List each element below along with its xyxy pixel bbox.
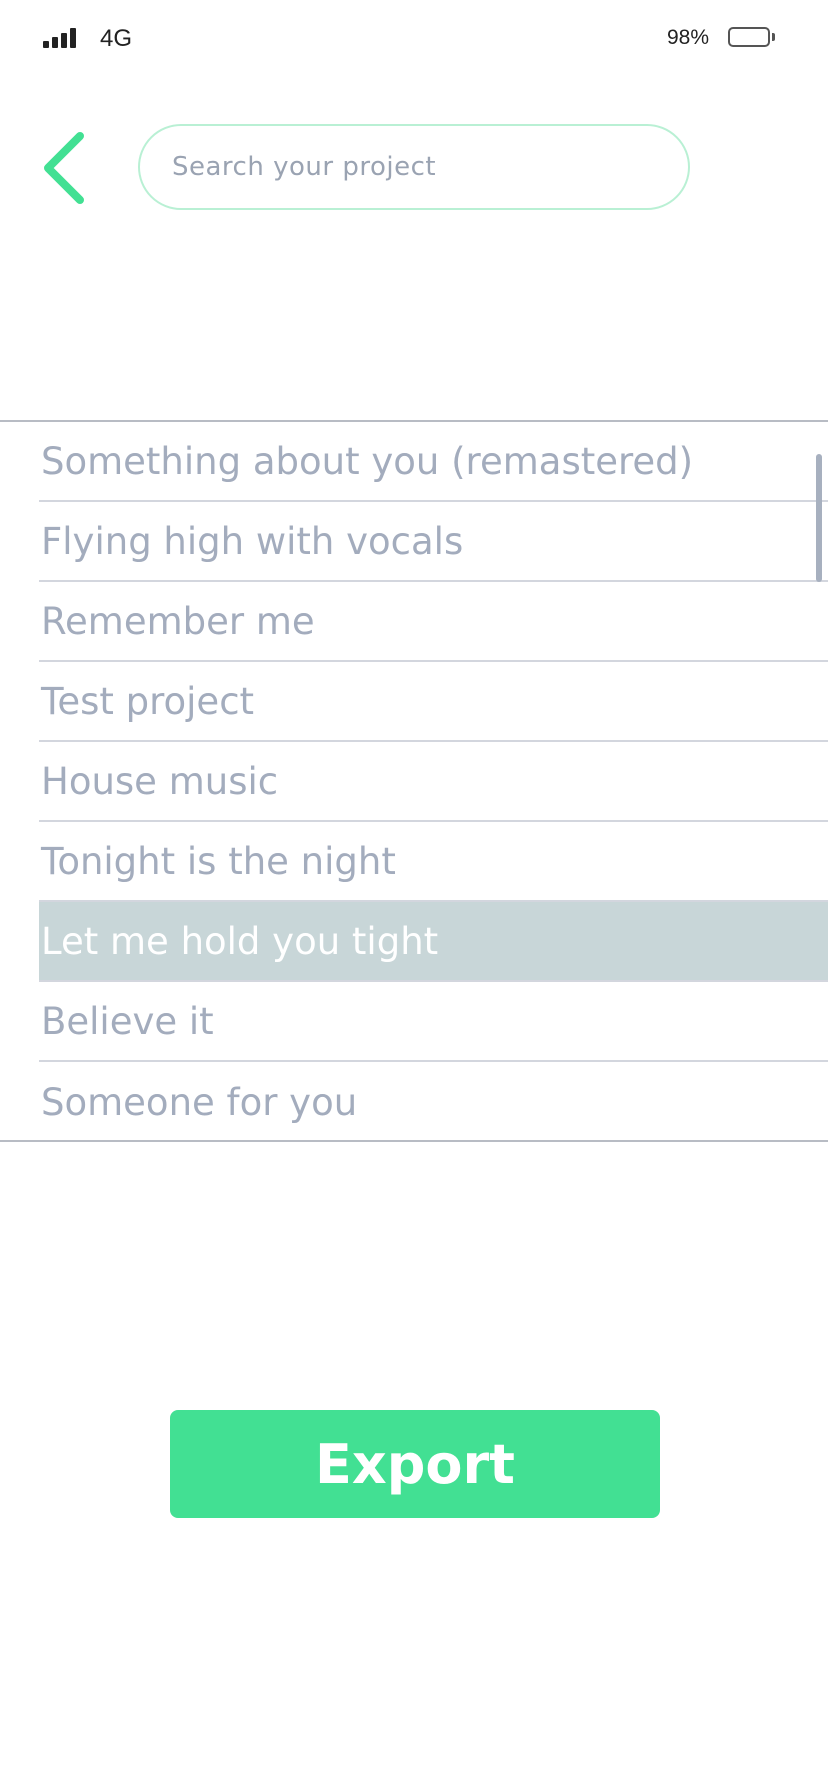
list-item[interactable]: Something about you (remastered) bbox=[39, 422, 828, 502]
list-item-label: Test project bbox=[41, 679, 255, 723]
list-item[interactable]: Flying high with vocals bbox=[39, 502, 828, 582]
list-item-selected[interactable]: Let me hold you tight bbox=[39, 902, 828, 982]
list-item-label: Flying high with vocals bbox=[41, 519, 464, 563]
list-item-label: Let me hold you tight bbox=[41, 919, 439, 963]
list-item-label: House music bbox=[41, 759, 279, 803]
list-scrollbar[interactable] bbox=[816, 454, 822, 582]
project-list[interactable]: Something about you (remastered) Flying … bbox=[0, 420, 828, 1142]
list-item-label: Remember me bbox=[41, 599, 315, 643]
battery-percent: 98% bbox=[667, 26, 710, 49]
list-item-label: Someone for you bbox=[41, 1080, 358, 1124]
list-item[interactable]: Believe it bbox=[39, 982, 828, 1062]
back-button[interactable] bbox=[40, 128, 92, 208]
signal-strength-icon bbox=[43, 28, 79, 48]
list-item[interactable]: Tonight is the night bbox=[39, 822, 828, 902]
list-item-label: Something about you (remastered) bbox=[41, 439, 694, 483]
list-item[interactable]: House music bbox=[39, 742, 828, 822]
list-item-label: Tonight is the night bbox=[41, 839, 396, 883]
status-bar: 4G 98% bbox=[0, 0, 828, 76]
network-type: 4G bbox=[100, 25, 133, 52]
list-item[interactable]: Remember me bbox=[39, 582, 828, 662]
search-input[interactable] bbox=[170, 151, 688, 183]
battery-icon bbox=[728, 27, 770, 47]
list-item[interactable]: Someone for you bbox=[39, 1062, 828, 1142]
export-button[interactable]: Export bbox=[170, 1410, 660, 1518]
list-item[interactable]: Test project bbox=[39, 662, 828, 742]
search-box[interactable] bbox=[138, 124, 690, 210]
battery-tip bbox=[772, 33, 775, 41]
chevron-left-icon bbox=[44, 132, 84, 204]
list-item-label: Believe it bbox=[41, 999, 214, 1043]
